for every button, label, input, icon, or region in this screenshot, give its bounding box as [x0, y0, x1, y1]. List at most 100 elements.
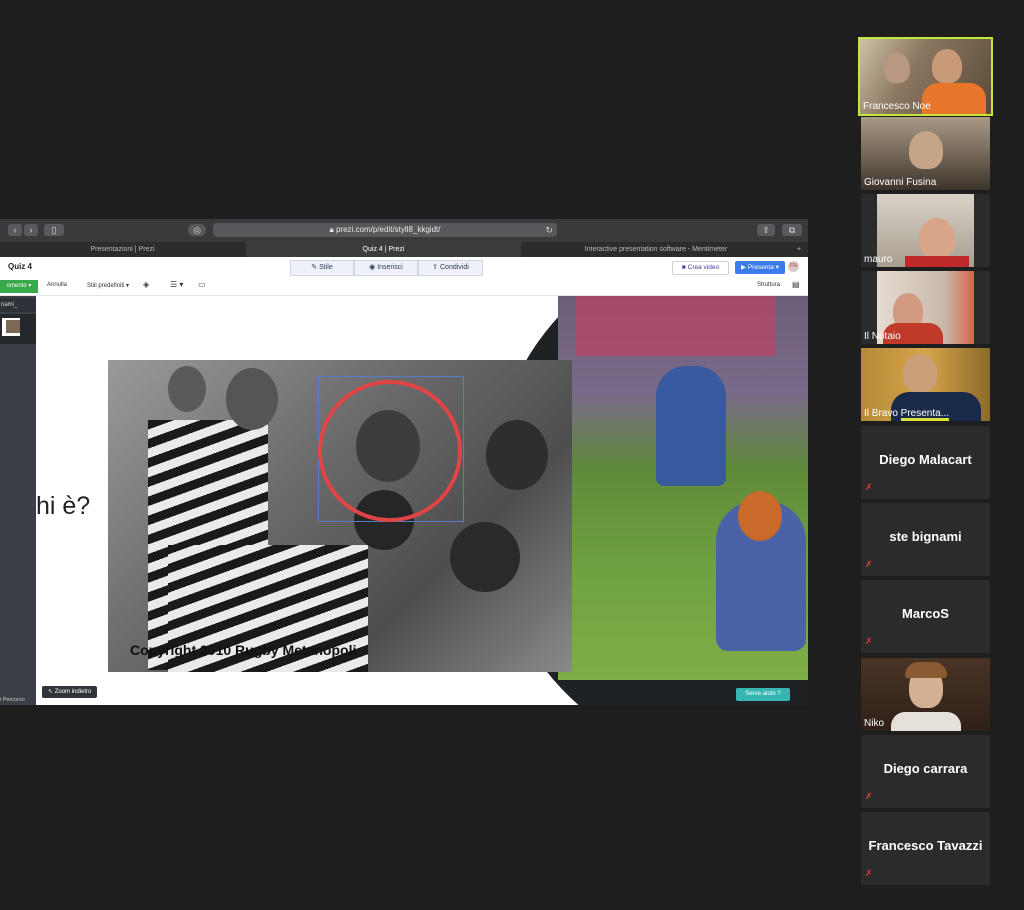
- crea-video-button[interactable]: ■ Crea video: [672, 261, 729, 275]
- brush-icon: ✎: [311, 264, 320, 271]
- play-icon: ▶: [741, 264, 748, 271]
- participant-name: Francesco Tavazzi: [868, 838, 983, 853]
- zoom-out-label: Zoom indietro: [54, 689, 92, 695]
- participant-face: [903, 354, 937, 392]
- slide-canvas[interactable]: hi è? Copyright 2010 Rugby Metanopoli ↖ …: [36, 296, 808, 705]
- mic-muted-icon: ✗: [865, 559, 873, 569]
- paint-bucket-icon[interactable]: ◈: [143, 280, 149, 289]
- participant-tile-ste-bignami[interactable]: ste bignami ✗: [861, 503, 990, 576]
- participant-name: MarcoS: [902, 606, 949, 621]
- address-bar[interactable]: 🔒︎ prezi.com/p/edit/styll8_kkgidt/ ↻: [213, 223, 557, 237]
- tab-condividi[interactable]: ⇪ Condividi: [418, 260, 483, 276]
- white-shirt: [891, 712, 961, 731]
- player-head: [450, 522, 520, 592]
- path-label[interactable]: i Percorso: [0, 697, 25, 703]
- insert-icon: ◉: [369, 264, 378, 271]
- avatar[interactable]: FN: [788, 261, 799, 272]
- layout-icon[interactable]: ☰ ▾: [170, 280, 183, 289]
- participant-name: Il Notaio: [864, 331, 901, 342]
- mic-muted-icon: ✗: [865, 868, 873, 878]
- participant-name: ste bignami: [889, 529, 962, 544]
- add-topic-button[interactable]: omento ▾: [0, 280, 38, 293]
- struttura-button[interactable]: Struttura: [757, 282, 780, 288]
- notes-icon[interactable]: ▤: [792, 280, 800, 289]
- participant-tile-giovanni-fusina[interactable]: Giovanni Fusina: [861, 117, 990, 190]
- help-button[interactable]: Serve aiuto ?: [736, 688, 790, 701]
- browser-toolbar: ‹ › ▯ ◎ 🔒︎ prezi.com/p/edit/styll8_kkgid…: [0, 219, 808, 242]
- slide-thumbnail[interactable]: [0, 314, 36, 344]
- help-label: Serve aiuto: [745, 691, 776, 697]
- mic-muted-icon: ✗: [865, 636, 873, 646]
- preset-styles-label: Stili predefiniti: [87, 283, 125, 289]
- slide-question[interactable]: hi è?: [36, 492, 90, 521]
- screen-icon[interactable]: ▭: [198, 280, 206, 289]
- add-topic-label: omento: [6, 283, 27, 289]
- tab-inserisci[interactable]: ◉ Inserisci: [354, 260, 418, 276]
- prezi-toolbar: omento ▾ Annulla Stili predefiniti ▾ ◈ ☰…: [0, 278, 808, 296]
- rugby-team-photo[interactable]: Copyright 2010 Rugby Metanopoli: [108, 360, 572, 672]
- share-icon[interactable]: ⇪: [757, 224, 775, 236]
- participant-face: [909, 131, 943, 169]
- kid-redhead: [716, 491, 806, 651]
- participant-name: Giovanni Fusina: [864, 177, 937, 188]
- thumbnail-photo: [6, 320, 20, 333]
- participant-tile-diego-carrara[interactable]: Diego carrara ✗: [861, 735, 990, 808]
- participant-name: Diego Malacart: [879, 452, 972, 467]
- red-shirt: [905, 256, 969, 267]
- participant-tile-marcos[interactable]: MarcoS ✗: [861, 580, 990, 653]
- participant-hair: [905, 662, 947, 678]
- tabs-overview-icon[interactable]: ⧉: [782, 224, 802, 236]
- sidebar-toggle-icon[interactable]: ▯: [44, 224, 64, 236]
- tab-quiz4[interactable]: Quiz 4 | Prezi: [246, 242, 521, 257]
- participant-tile-il-bravo[interactable]: Il Bravo Presenta...: [861, 348, 990, 421]
- participant-face: [884, 53, 910, 83]
- player-head: [486, 420, 548, 490]
- kids-rugby-photo[interactable]: [558, 296, 808, 680]
- forward-button[interactable]: ›: [24, 224, 38, 236]
- inserisci-label: Inserisci: [377, 264, 403, 271]
- participant-tile-francesco-tavazzi[interactable]: Francesco Tavazzi ✗: [861, 812, 990, 885]
- presenta-label: Presenta: [747, 264, 774, 271]
- tab-bar: Presentazioni | Prezi Quiz 4 | Prezi Int…: [0, 242, 808, 257]
- shared-screen: ‹ › ▯ ◎ 🔒︎ prezi.com/p/edit/styll8_kkgid…: [0, 219, 808, 705]
- upload-icon: ⇪: [432, 264, 440, 271]
- participant-name: mauro: [864, 254, 893, 265]
- participant-face: [932, 49, 962, 83]
- tab-stile[interactable]: ✎ Stile: [290, 260, 354, 276]
- mic-muted-icon: ✗: [865, 791, 873, 801]
- zoom-out-button[interactable]: ↖ Zoom indietro: [42, 686, 98, 698]
- participant-tile-mauro[interactable]: mauro: [861, 194, 990, 267]
- kid-hair: [738, 491, 782, 541]
- orange-shirt: [922, 83, 986, 114]
- back-button[interactable]: ‹: [8, 224, 22, 236]
- reload-icon[interactable]: ↻: [545, 223, 553, 237]
- player-head: [226, 368, 278, 430]
- preset-styles-dropdown[interactable]: Stili predefiniti ▾: [87, 282, 129, 289]
- url-text: prezi.com/p/edit/styll8_kkgidt/: [335, 225, 441, 234]
- participant-name: Francesco Noe: [863, 101, 931, 112]
- arrow-icon: ↖: [48, 689, 55, 695]
- overview-title: nami_: [0, 298, 37, 312]
- participant-tile-diego-malacart[interactable]: Diego Malacart ✗: [861, 426, 990, 499]
- participant-tile-il-notaio[interactable]: Il Notaio: [861, 271, 990, 344]
- undo-button[interactable]: Annulla: [47, 282, 67, 288]
- participant-name: Diego carrara: [883, 761, 968, 776]
- mic-muted-icon: ✗: [865, 482, 873, 492]
- kids-shirts: [576, 296, 776, 356]
- speaking-indicator: [901, 418, 949, 421]
- participant-name: Niko: [864, 718, 885, 729]
- red-circle-highlight[interactable]: [318, 380, 462, 522]
- new-tab-button[interactable]: +: [792, 242, 806, 257]
- participant-tile-francesco-noe[interactable]: Francesco Noe: [858, 37, 993, 116]
- tab-presentazioni[interactable]: Presentazioni | Prezi: [0, 242, 245, 257]
- presenta-button[interactable]: ▶ Presenta ▾: [735, 261, 785, 274]
- help-icon: ?: [777, 691, 781, 697]
- photo-copyright: Copyright 2010 Rugby Metanopoli: [130, 642, 357, 658]
- condividi-label: Condividi: [440, 264, 469, 271]
- privacy-icon[interactable]: ◎: [188, 224, 206, 236]
- overview-panel: nami_ i Percorso: [0, 296, 37, 705]
- participant-tile-niko[interactable]: Niko: [861, 658, 990, 731]
- presentation-title[interactable]: Quiz 4: [8, 262, 32, 271]
- tab-mentimeter[interactable]: Interactive presentation software - Ment…: [522, 242, 790, 257]
- kid-sitting: [656, 366, 726, 486]
